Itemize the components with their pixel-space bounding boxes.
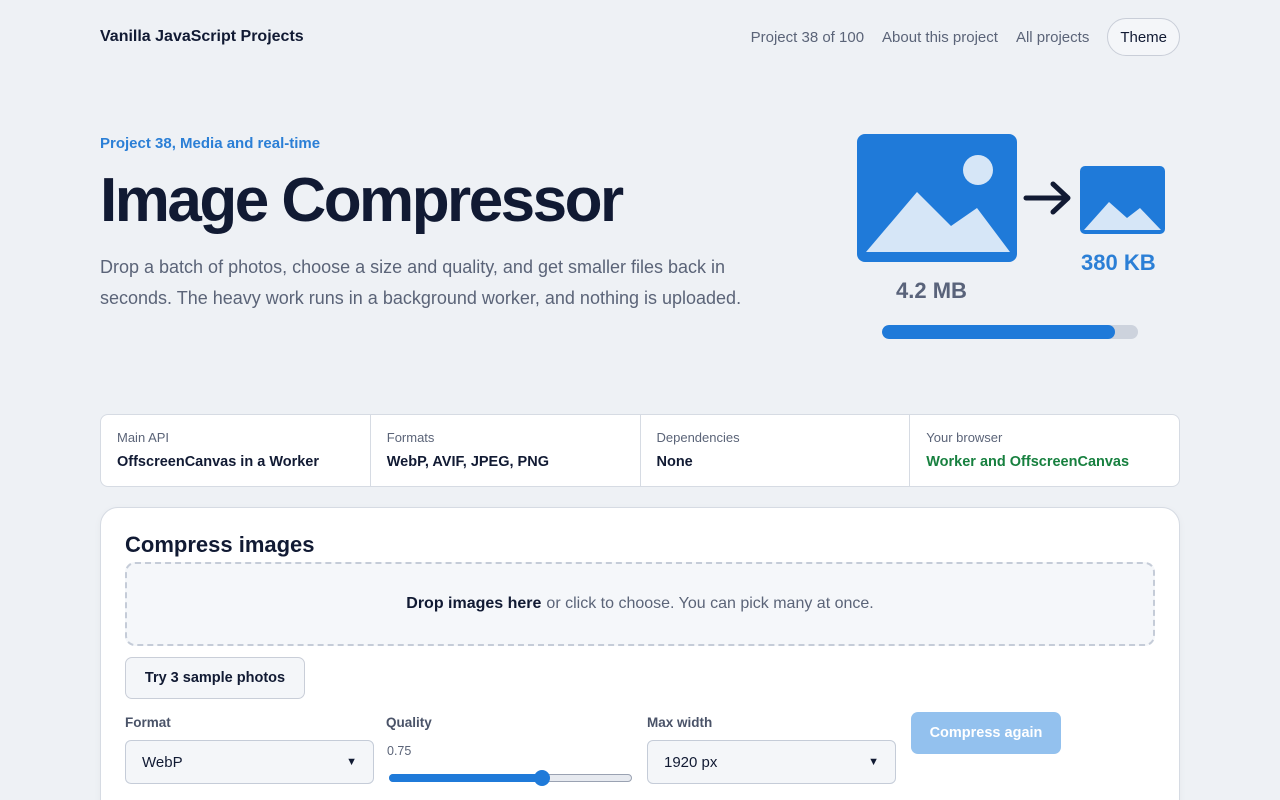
format-select[interactable]: WebP ▼: [125, 740, 374, 784]
fact-main-api: Main API OffscreenCanvas in a Worker: [101, 415, 371, 486]
format-label: Format: [125, 715, 171, 730]
compression-progress-fill: [882, 325, 1115, 339]
compressed-size-label: 380 KB: [1081, 250, 1156, 275]
compression-graphic: [857, 134, 1165, 262]
chevron-down-icon: ▼: [868, 756, 879, 768]
fact-value: None: [656, 454, 693, 470]
original-size-label: 4.2 MB: [896, 278, 967, 303]
theme-toggle-button[interactable]: Theme: [1107, 18, 1180, 56]
fact-formats: Formats WebP, AVIF, JPEG, PNG: [371, 415, 641, 486]
compress-again-button[interactable]: Compress again: [911, 712, 1061, 754]
compress-title: Compress images: [125, 532, 315, 557]
top-nav: Vanilla JavaScript Projects Project 38 o…: [100, 18, 1180, 56]
max-width-label: Max width: [647, 715, 713, 730]
brand-title[interactable]: Vanilla JavaScript Projects: [100, 28, 304, 46]
dropzone-text: or click to choose. You can pick many at…: [546, 595, 874, 612]
nav-project-counter[interactable]: Project 38 of 100: [751, 29, 864, 46]
fact-value: WebP, AVIF, JPEG, PNG: [386, 454, 549, 470]
fact-value-supported: Worker and OffscreenCanvas: [926, 454, 1130, 470]
page-title: Image Compressor: [100, 166, 624, 235]
fact-label: Dependencies: [656, 430, 740, 445]
quality-label: Quality: [386, 715, 432, 730]
quality-slider-fill: [389, 774, 541, 782]
fact-label: Formats: [386, 430, 435, 445]
nav-all-projects-link[interactable]: All projects: [1016, 29, 1089, 46]
quality-value: 0.75: [387, 744, 412, 758]
image-dropzone[interactable]: Drop images here or click to choose. You…: [125, 562, 1155, 646]
max-width-select[interactable]: 1920 px ▼: [647, 740, 896, 784]
quality-slider[interactable]: [389, 770, 632, 786]
compress-card: Compress images Drop images here or clic…: [100, 507, 1180, 800]
nav-links: Project 38 of 100 About this project All…: [751, 18, 1180, 56]
arrow-right-icon: [1023, 181, 1071, 215]
chevron-down-icon: ▼: [346, 756, 357, 768]
dropzone-strong-text: Drop images here: [406, 595, 542, 612]
project-facts: Main API OffscreenCanvas in a Worker For…: [100, 414, 1180, 487]
fact-value: OffscreenCanvas in a Worker: [117, 454, 320, 470]
page: Vanilla JavaScript Projects Project 38 o…: [0, 0, 1280, 800]
nav-about-link[interactable]: About this project: [882, 29, 998, 46]
format-select-value: WebP: [142, 753, 183, 771]
fact-label: Main API: [117, 430, 170, 445]
project-eyebrow: Project 38, Media and real-time: [100, 135, 321, 152]
page-lead: Drop a batch of photos, choose a size an…: [100, 257, 742, 308]
fact-label: Your browser: [926, 430, 1003, 445]
large-image-icon: [857, 134, 1017, 262]
sample-photos-button[interactable]: Try 3 sample photos: [125, 657, 305, 699]
fact-browser-support: Your browser Worker and OffscreenCanvas: [910, 415, 1179, 486]
quality-slider-thumb[interactable]: [533, 770, 550, 786]
hero-illustration: 380 KB 4.2 MB: [850, 128, 1180, 348]
fact-dependencies: Dependencies None: [641, 415, 911, 486]
small-image-icon: [1080, 166, 1165, 234]
compression-progress-bar: [882, 325, 1138, 339]
max-width-select-value: 1920 px: [664, 753, 718, 771]
